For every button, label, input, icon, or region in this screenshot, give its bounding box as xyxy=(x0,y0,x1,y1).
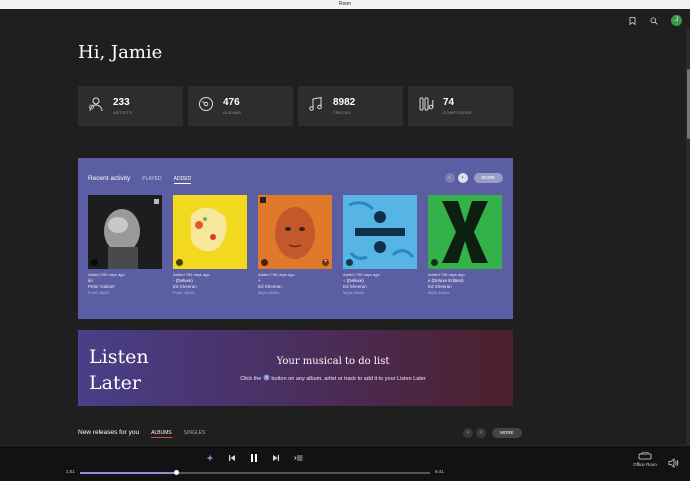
album-format: MQA 44kHz xyxy=(343,290,365,295)
app-main: J Hi, Jamie 233 ARTISTS 476 ALBUMS 8982 TRA… xyxy=(0,9,690,445)
stat-card-tracks[interactable]: 8982 TRACKS xyxy=(298,86,403,126)
quality-badge-icon xyxy=(431,259,438,266)
new-releases-nav: ‹ › MORE xyxy=(463,428,522,438)
album-format: MQA 44kHz xyxy=(428,290,450,295)
next-track-icon[interactable] xyxy=(271,453,281,463)
window-titlebar: Roon xyxy=(0,0,690,9)
top-toolbar: J xyxy=(627,15,682,26)
stat-label: COMPOSERS xyxy=(443,110,472,115)
zone-device-icon xyxy=(638,452,652,460)
seek-bar-knob[interactable] xyxy=(174,470,180,475)
quality-badge-icon xyxy=(91,259,98,266)
listen-later-line1: Listen xyxy=(89,346,149,368)
tab-albums[interactable]: ALBUMS xyxy=(151,430,172,438)
music-note-icon xyxy=(308,96,324,117)
instruction-suffix: button on any album, artist or track to … xyxy=(271,376,426,382)
bookmark-icon[interactable] xyxy=(627,16,637,26)
section-title: Recent activity xyxy=(88,175,131,182)
album-format: FLAC 96/24 xyxy=(88,290,110,295)
album-carousel: Added 330 days ago i/o Peter Gabriel FLA… xyxy=(88,195,502,296)
artists-icon xyxy=(88,96,104,117)
album-disc-icon xyxy=(198,96,214,117)
seek-bar-fill xyxy=(80,472,177,474)
album-card[interactable]: Added 330 days ago i/o Peter Gabriel FLA… xyxy=(88,195,162,296)
composers-icon xyxy=(418,96,434,117)
carousel-nav: ‹ › MORE xyxy=(444,173,503,183)
quality-badge-icon xyxy=(346,259,353,266)
player-bar: 1:51 6:41 Office Roon xyxy=(0,445,690,481)
queue-icon[interactable] xyxy=(293,453,303,463)
zone-selector[interactable]: Office Roon xyxy=(632,452,658,467)
quality-badge-icon xyxy=(261,259,268,266)
listen-later-icon xyxy=(263,374,270,381)
album-cover[interactable] xyxy=(88,195,162,269)
transport-controls xyxy=(205,453,303,463)
listen-later-instructions: Click the button on any album, artist or… xyxy=(208,374,458,382)
listen-later-heading: Your musical to do list xyxy=(276,356,390,367)
album-card[interactable]: Added 769 days ago - (Deluxe) Ed Sheeran… xyxy=(173,195,247,296)
recent-activity-header: Recent activity PLAYED ADDED xyxy=(88,175,192,184)
seek-bar[interactable] xyxy=(80,470,430,475)
stat-label: TRACKS xyxy=(333,110,352,115)
plus-icon[interactable]: + xyxy=(322,259,329,266)
album-cover[interactable] xyxy=(428,195,502,269)
recent-activity-panel: Recent activity PLAYED ADDED ‹ › MORE Ad… xyxy=(78,158,513,319)
stat-count: 74 xyxy=(443,97,455,108)
quality-badge-icon xyxy=(176,259,183,266)
section-title: New releases for you xyxy=(78,429,140,436)
instruction-prefix: Click the xyxy=(240,376,262,382)
total-time: 6:41 xyxy=(435,469,444,474)
listen-later-banner[interactable]: Listen Later Your musical to do list Clic… xyxy=(78,330,513,406)
scrollbar-thumb[interactable] xyxy=(686,69,690,139)
elapsed-time: 1:51 xyxy=(66,469,75,474)
window-title: Roon xyxy=(339,1,351,7)
album-card[interactable]: Added 796 days ago x (Deluxe Edition) Ed… xyxy=(428,195,502,296)
album-format: FLAC 48/24 xyxy=(173,290,195,295)
album-meta: Added 769 days ago - (Deluxe) Ed Sheeran… xyxy=(173,272,247,296)
more-button[interactable]: MORE xyxy=(492,428,522,438)
search-icon[interactable] xyxy=(649,16,659,26)
page-title: Hi, Jamie xyxy=(78,42,163,63)
album-meta: Added 330 days ago i/o Peter Gabriel FLA… xyxy=(88,272,162,296)
pause-icon[interactable] xyxy=(249,453,259,463)
album-meta: Added 796 days ago x (Deluxe Edition) Ed… xyxy=(428,272,502,296)
album-cover[interactable] xyxy=(173,195,247,269)
stat-label: ARTISTS xyxy=(113,110,132,115)
stat-card-artists[interactable]: 233 ARTISTS xyxy=(78,86,183,126)
prev-button[interactable]: ‹ xyxy=(444,173,455,183)
next-button[interactable]: › xyxy=(476,428,486,438)
new-releases-header: New releases for you ALBUMS SINGLES xyxy=(78,429,513,438)
next-button[interactable]: › xyxy=(457,173,468,183)
album-card[interactable]: Added 796 days ago ÷ (Deluxe) Ed Sheeran… xyxy=(343,195,417,296)
album-cover[interactable] xyxy=(343,195,417,269)
stat-card-composers[interactable]: 74 COMPOSERS xyxy=(408,86,513,126)
volume-icon[interactable] xyxy=(668,455,679,473)
stat-count: 233 xyxy=(113,97,130,108)
zone-name: Office Roon xyxy=(633,462,657,467)
stat-count: 476 xyxy=(223,97,240,108)
listen-later-title: Listen Later xyxy=(89,344,149,396)
stat-label: ALBUMS xyxy=(223,110,242,115)
tab-added[interactable]: ADDED xyxy=(173,176,192,184)
prev-button[interactable]: ‹ xyxy=(463,428,473,438)
avatar[interactable]: J xyxy=(671,15,682,26)
stat-card-albums[interactable]: 476 ALBUMS xyxy=(188,86,293,126)
album-cover[interactable]: + xyxy=(258,195,332,269)
tab-played[interactable]: PLAYED xyxy=(142,176,161,182)
previous-track-icon[interactable] xyxy=(227,453,237,463)
radio-icon[interactable] xyxy=(205,453,215,463)
more-button[interactable]: MORE xyxy=(473,173,503,183)
listen-later-line2: Later xyxy=(89,372,141,394)
album-card[interactable]: + Added 796 days ago + Ed Sheeran MQA 44… xyxy=(258,195,332,296)
album-format: MQA 44kHz xyxy=(258,290,280,295)
library-stats: 233 ARTISTS 476 ALBUMS 8982 TRACKS 74 COMPOS… xyxy=(78,86,513,126)
scrollbar[interactable] xyxy=(686,29,690,445)
album-meta: Added 796 days ago ÷ (Deluxe) Ed Sheeran… xyxy=(343,272,417,296)
stat-count: 8982 xyxy=(333,97,356,108)
album-meta: Added 796 days ago + Ed Sheeran MQA 44kH… xyxy=(258,272,332,296)
tab-singles[interactable]: SINGLES xyxy=(184,430,206,436)
